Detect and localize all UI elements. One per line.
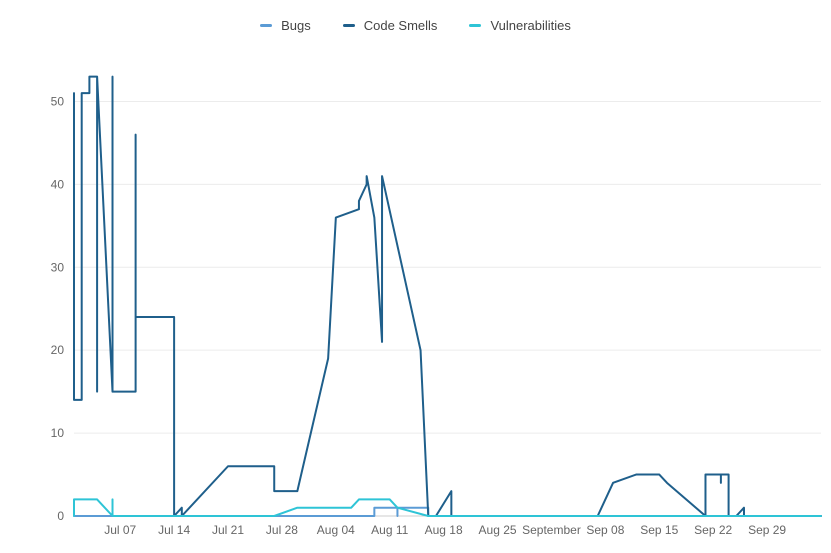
y-tick-label: 30 [51,260,65,274]
x-tick-label: Aug 04 [317,523,355,537]
y-tick-label: 10 [51,426,65,440]
line-chart: 0 10 20 30 40 50 Jul 07 Jul 14 Jul 21 Jul 28 Aug … [51,75,822,537]
series-line-code-smells[interactable] [73,75,822,517]
x-tick-label: Sep 08 [586,523,624,537]
x-axis-ticks: Jul 07 Jul 14 Jul 21 Jul 28 Aug 04 Aug 11 Aug … [104,523,786,537]
y-tick-label: 40 [51,177,65,191]
x-tick-label: Sep 29 [748,523,786,537]
x-tick-label: Jul 28 [266,523,298,537]
series-line-vulnerabilities[interactable] [73,498,822,517]
x-tick-label: September [522,523,581,537]
x-tick-label: Aug 11 [371,523,408,537]
y-tick-label: 20 [51,343,65,357]
x-tick-label: Jul 21 [212,523,244,537]
x-tick-label: Sep 15 [640,523,678,537]
x-tick-label: Jul 07 [104,523,136,537]
y-axis-ticks: 0 10 20 30 40 50 [51,94,65,523]
x-tick-label: Aug 18 [425,523,463,537]
x-tick-label: Sep 22 [694,523,732,537]
series-lines [73,75,822,517]
y-tick-label: 50 [51,94,65,108]
x-tick-label: Jul 14 [158,523,190,537]
y-tick-label: 0 [57,509,64,523]
grid-lines [74,100,821,517]
x-tick-label: Aug 25 [479,523,517,537]
